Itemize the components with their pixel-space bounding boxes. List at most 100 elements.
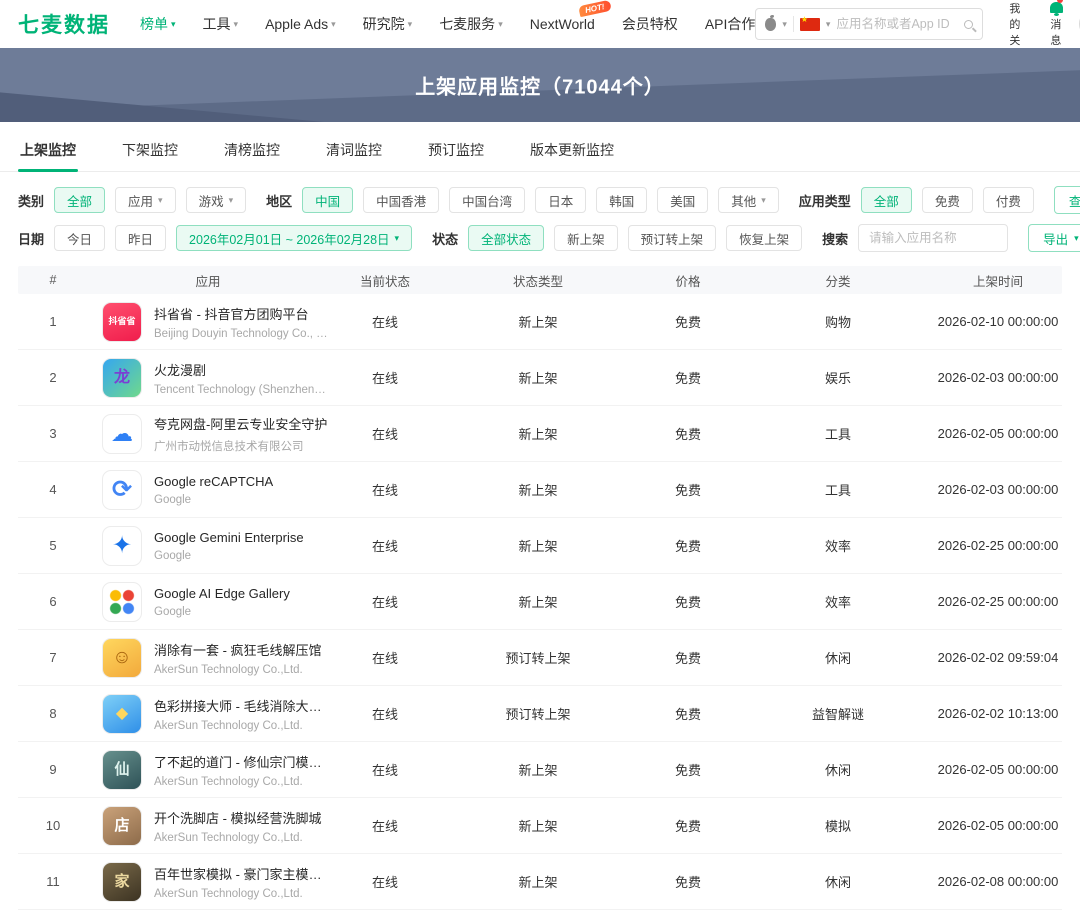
- tab-6[interactable]: 版本更新监控: [528, 130, 616, 171]
- filter-chip[interactable]: 游戏 ▾: [185, 187, 247, 213]
- caret-down-icon: ▾: [158, 194, 163, 205]
- nav-item-7[interactable]: 会员特权: [622, 14, 678, 34]
- table-row[interactable]: 9 仙 了不起的道门 - 修仙宗门模拟器 AkerSun Technology …: [18, 742, 1062, 798]
- filter-chip[interactable]: 美国: [657, 187, 709, 213]
- filter-chip[interactable]: 日本: [535, 187, 587, 213]
- caret-down-icon[interactable]: ▾: [782, 19, 787, 29]
- caret-down-icon: ▾: [394, 232, 400, 243]
- app-name[interactable]: 色彩拼接大师 - 毛线消除大师 这活…: [154, 696, 328, 715]
- filter-chip[interactable]: 恢复上架: [726, 225, 803, 251]
- divider: [792, 16, 794, 32]
- nav-item-8[interactable]: API合作: [705, 14, 756, 34]
- nav-item-5[interactable]: 七麦服务 ▾: [439, 14, 503, 34]
- app-meta: 消除有一套 - 疯狂毛线解压馆 AkerSun Technology Co.,L…: [154, 640, 322, 676]
- table-row[interactable]: 8 ◆ 色彩拼接大师 - 毛线消除大师 这活… AkerSun Technolo…: [18, 686, 1062, 742]
- caret-down-icon: ▾: [233, 18, 239, 29]
- china-flag-icon[interactable]: [799, 15, 820, 31]
- app-meta: 百年世家模拟 - 豪门家主模拟器 AkerSun Technology Co.,…: [154, 864, 328, 900]
- listed-time: 2026-02-05 00:00:00: [937, 762, 1059, 777]
- status-chips: 全部状态 新上架 预订转上架 恢复上架: [468, 225, 803, 251]
- price: 免费: [674, 595, 701, 610]
- tab-4[interactable]: 清词监控: [324, 130, 384, 171]
- app-icon-glyph: ⟳: [111, 475, 133, 503]
- app-name[interactable]: Google Gemini Enterprise: [154, 530, 304, 545]
- price: 免费: [674, 539, 701, 554]
- tab-2[interactable]: 下架监控: [120, 130, 180, 171]
- app-name[interactable]: 火龙漫剧: [154, 360, 328, 379]
- current-status: 在线: [371, 371, 398, 386]
- app-type-chips: 全部 免费 付费: [860, 187, 1034, 213]
- tab-3[interactable]: 清榜监控: [222, 130, 282, 171]
- messages-button[interactable]: 消息: [1050, 0, 1064, 48]
- filter-chip[interactable]: 全部: [54, 187, 106, 213]
- app-name[interactable]: 百年世家模拟 - 豪门家主模拟器: [154, 864, 328, 883]
- status-type: 新上架: [518, 315, 558, 330]
- filter-chip[interactable]: 全部: [860, 187, 912, 213]
- filter-chip[interactable]: 付费: [982, 187, 1034, 213]
- listed-time: 2026-02-10 00:00:00: [937, 314, 1059, 329]
- table-row[interactable]: 10 店 开个洗脚店 - 模拟经营洗脚城 AkerSun Technology …: [18, 798, 1062, 854]
- filter-chip[interactable]: 昨日: [115, 225, 167, 251]
- app-meta: Google AI Edge Gallery Google: [154, 586, 290, 618]
- app-name[interactable]: 抖省省 - 抖音官方团购平台: [154, 304, 328, 323]
- filter-chip[interactable]: 今日: [54, 225, 106, 251]
- filter-chip-label: 美国: [670, 194, 696, 209]
- filter-chip[interactable]: 中国香港: [363, 187, 440, 213]
- listed-time: 2026-02-25 00:00:00: [937, 538, 1059, 553]
- filter-chip[interactable]: 应用 ▾: [115, 187, 176, 213]
- row-index: 5: [49, 538, 57, 553]
- caret-down-icon: ▾: [761, 194, 766, 205]
- table-row[interactable]: 11 家 百年世家模拟 - 豪门家主模拟器 AkerSun Technology…: [18, 854, 1062, 910]
- table-row[interactable]: 5 ✦ Google Gemini Enterprise Google 在线 新…: [18, 518, 1062, 574]
- app-developer: AkerSun Technology Co.,Ltd.: [154, 887, 303, 900]
- filter-chip-label: 昨日: [128, 232, 154, 247]
- view-trend-button[interactable]: 查看上架趋势: [1053, 186, 1080, 214]
- row-index: 2: [49, 370, 57, 385]
- app-name[interactable]: 了不起的道门 - 修仙宗门模拟器: [154, 752, 328, 771]
- apple-store-icon[interactable]: [765, 14, 777, 31]
- tab-1[interactable]: 上架监控: [18, 130, 78, 172]
- global-search-input[interactable]: [836, 17, 959, 31]
- tab-5[interactable]: 预订监控: [426, 130, 486, 171]
- filter-chip[interactable]: 新上架: [554, 225, 618, 251]
- table-row[interactable]: 潜水员戴夫: [18, 910, 1062, 917]
- table-row[interactable]: 1 抖省省 抖省省 - 抖音官方团购平台 Beijing Douyin Tech…: [18, 294, 1062, 350]
- export-button[interactable]: 导出 ▾: [1028, 224, 1080, 252]
- table-row[interactable]: 7 ☺ 消除有一套 - 疯狂毛线解压馆 AkerSun Technology C…: [18, 630, 1062, 686]
- filter-chip[interactable]: 全部状态: [468, 225, 545, 251]
- app-name[interactable]: 开个洗脚店 - 模拟经营洗脚城: [154, 808, 322, 827]
- nav-item-2[interactable]: 工具 ▾: [203, 14, 239, 34]
- table-row[interactable]: 3 ☁ 夸克网盘-阿里云专业安全守护 广州市动悦信息技术有限公司 在线 新上架 …: [18, 406, 1062, 462]
- row-index: 6: [49, 594, 57, 609]
- filter-chip[interactable]: 韩国: [596, 187, 648, 213]
- filter-chip[interactable]: 中国台湾: [449, 187, 526, 213]
- app-name[interactable]: Google reCAPTCHA: [154, 474, 273, 489]
- table-row[interactable]: 2 龙 火龙漫剧 Tencent Technology (Shenzhen) C…: [18, 350, 1062, 406]
- app-developer: AkerSun Technology Co.,Ltd.: [154, 775, 303, 788]
- qimai-logo[interactable]: 七麦数据: [18, 9, 110, 39]
- search-icon[interactable]: [964, 19, 974, 29]
- nav-item-4[interactable]: 研究院 ▾: [363, 14, 413, 34]
- caret-down-icon: ▾: [1074, 232, 1079, 243]
- filter-chip[interactable]: 中国: [302, 187, 354, 213]
- nav-item-label: 工具: [202, 16, 231, 32]
- filter-chip[interactable]: 2026年02月01日 ~ 2026年02月28日 ▾: [176, 225, 413, 251]
- filter-chip[interactable]: 预订转上架: [627, 225, 717, 251]
- app-name-search-input[interactable]: [858, 224, 1009, 252]
- filter-row-1: 类别 全部 应用 ▾ 游戏 ▾ 地区 中国 中国香港 中国台湾 日本 韩国 美国 其他 ▾ 应用类型 …: [18, 186, 1080, 214]
- nav-item-1[interactable]: 榜单 ▾: [140, 14, 176, 34]
- table-row[interactable]: 4 ⟳ Google reCAPTCHA Google 在线 新上架 免费 工具…: [18, 462, 1062, 518]
- region-chips: 中国 中国香港 中国台湾 日本 韩国 美国 其他 ▾: [302, 187, 779, 213]
- nav-item-3[interactable]: Apple Ads ▾: [265, 16, 336, 32]
- app-name[interactable]: Google AI Edge Gallery: [154, 586, 290, 601]
- app-name[interactable]: 夸克网盘-阿里云专业安全守护: [154, 414, 327, 433]
- app-name[interactable]: 消除有一套 - 疯狂毛线解压馆: [154, 640, 322, 659]
- caret-down-icon[interactable]: ▾: [826, 19, 831, 29]
- price: 免费: [674, 819, 701, 834]
- nav-item-6[interactable]: NextWorld HOT!: [530, 0, 612, 32]
- filter-chip[interactable]: 其他 ▾: [718, 187, 779, 213]
- filter-chip[interactable]: 免费: [921, 187, 973, 213]
- table-row[interactable]: 6 Google AI Edge Gallery Google 在线 新上架 免…: [18, 574, 1062, 630]
- category: 效率: [824, 595, 851, 610]
- liaobuqide-daomen-app-icon: 仙: [102, 749, 142, 790]
